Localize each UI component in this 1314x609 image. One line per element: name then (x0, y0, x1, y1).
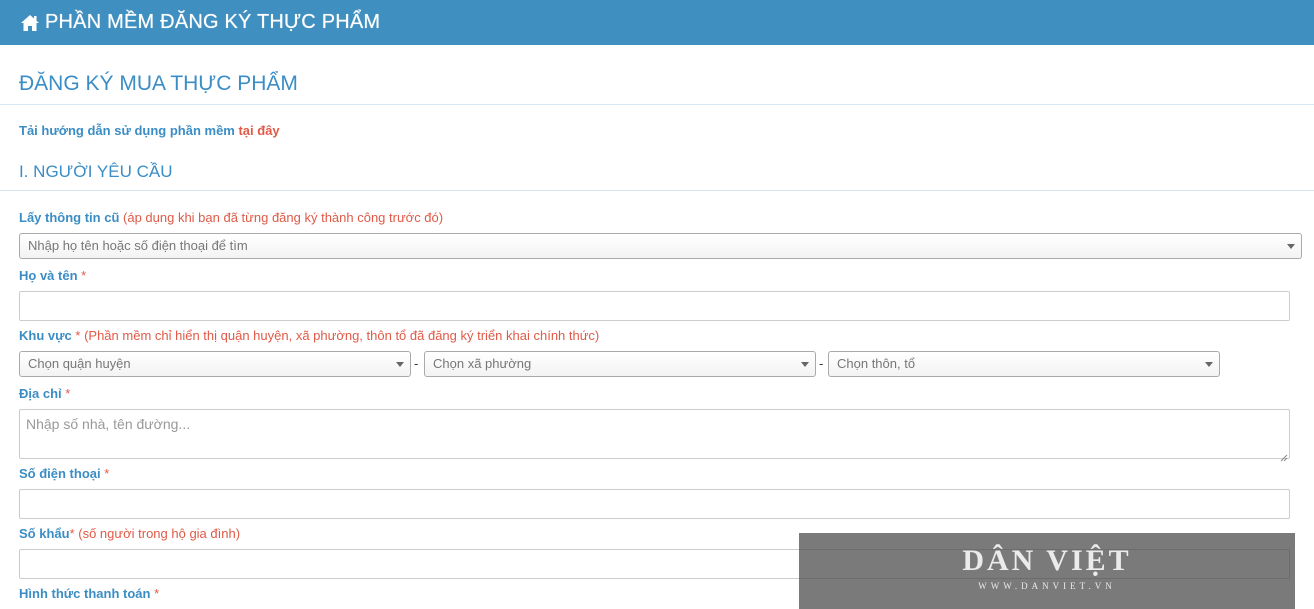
section-title: I. NGƯỜI YÊU CẦU (19, 162, 173, 181)
address-label: Địa chỉ * (19, 386, 70, 401)
phone-input[interactable] (19, 489, 1290, 519)
watermark-url: WWW.DANVIET.VN (978, 581, 1116, 591)
area-separator: - (414, 356, 419, 371)
address-textarea[interactable]: Nhập số nhà, tên đường... (19, 409, 1290, 462)
old-info-placeholder: Nhập họ tên hoặc số điện thoại để tìm (28, 238, 248, 253)
chevron-down-icon (1287, 244, 1295, 249)
full-name-label-text: Họ và tên (19, 268, 78, 283)
resize-grip-icon[interactable] (1280, 449, 1288, 462)
full-name-input[interactable] (19, 291, 1290, 321)
required-mark: * (154, 586, 160, 601)
home-icon[interactable] (20, 14, 40, 32)
old-info-label-text: Lấy thông tin cũ (19, 210, 120, 225)
hamlet-select[interactable]: Chọn thôn, tổ (828, 351, 1220, 377)
app-title[interactable]: PHẦN MỀM ĐĂNG KÝ THỰC PHẨM (45, 11, 380, 34)
address-label-text: Địa chỉ (19, 386, 62, 401)
district-placeholder: Chọn quận huyện (28, 356, 131, 371)
watermark-title: DÂN VIỆT (962, 544, 1132, 577)
ward-placeholder: Chọn xã phường (433, 356, 532, 371)
area-label: Khu vực * (Phần mềm chỉ hiển thị quận hu… (19, 328, 599, 343)
district-select[interactable]: Chọn quận huyện (19, 351, 411, 377)
payment-label: Hình thức thanh toán * (19, 586, 159, 601)
guide-label: Tải hướng dẫn sử dụng phần mềm (19, 123, 239, 138)
old-info-search-select[interactable]: Nhập họ tên hoặc số điện thoại để tìm (19, 233, 1302, 259)
full-name-label: Họ và tên * (19, 268, 86, 283)
watermark-overlay: DÂN VIỆT WWW.DANVIET.VN (799, 533, 1295, 609)
old-info-label: Lấy thông tin cũ (áp dụng khi bạn đã từn… (19, 210, 443, 225)
guide-download-link[interactable]: tại đây (238, 123, 279, 138)
phone-label-text: Số điện thoại (19, 466, 101, 481)
area-note: (Phần mềm chỉ hiển thị quận huyện, xã ph… (84, 328, 600, 343)
household-label-text: Số khẩu (19, 526, 70, 541)
address-placeholder: Nhập số nhà, tên đường... (26, 416, 191, 432)
required-mark: * (81, 268, 87, 283)
top-header-bar: PHẦN MỀM ĐĂNG KÝ THỰC PHẨM (0, 0, 1314, 45)
section-divider (0, 190, 1314, 191)
payment-label-text: Hình thức thanh toán (19, 586, 151, 601)
guide-text: Tải hướng dẫn sử dụng phần mềm tại đây (19, 123, 280, 138)
required-mark: * (65, 386, 71, 401)
title-divider (0, 104, 1314, 105)
ward-select[interactable]: Chọn xã phường (424, 351, 816, 377)
required-mark: * (104, 466, 110, 481)
hamlet-placeholder: Chọn thôn, tổ (837, 356, 916, 371)
chevron-down-icon (1205, 362, 1213, 367)
required-mark: * (69, 526, 75, 541)
area-separator: - (819, 356, 824, 371)
page-title: ĐĂNG KÝ MUA THỰC PHẨM (19, 72, 298, 95)
chevron-down-icon (396, 362, 404, 367)
household-label: Số khẩu* (số người trong hộ gia đình) (19, 526, 240, 541)
old-info-note: (áp dụng khi bạn đã từng đăng ký thành c… (123, 210, 444, 225)
phone-label: Số điện thoại * (19, 466, 109, 481)
required-mark: * (75, 328, 81, 343)
chevron-down-icon (801, 362, 809, 367)
area-label-text: Khu vực (19, 328, 72, 343)
household-note: (số người trong hộ gia đình) (78, 526, 241, 541)
